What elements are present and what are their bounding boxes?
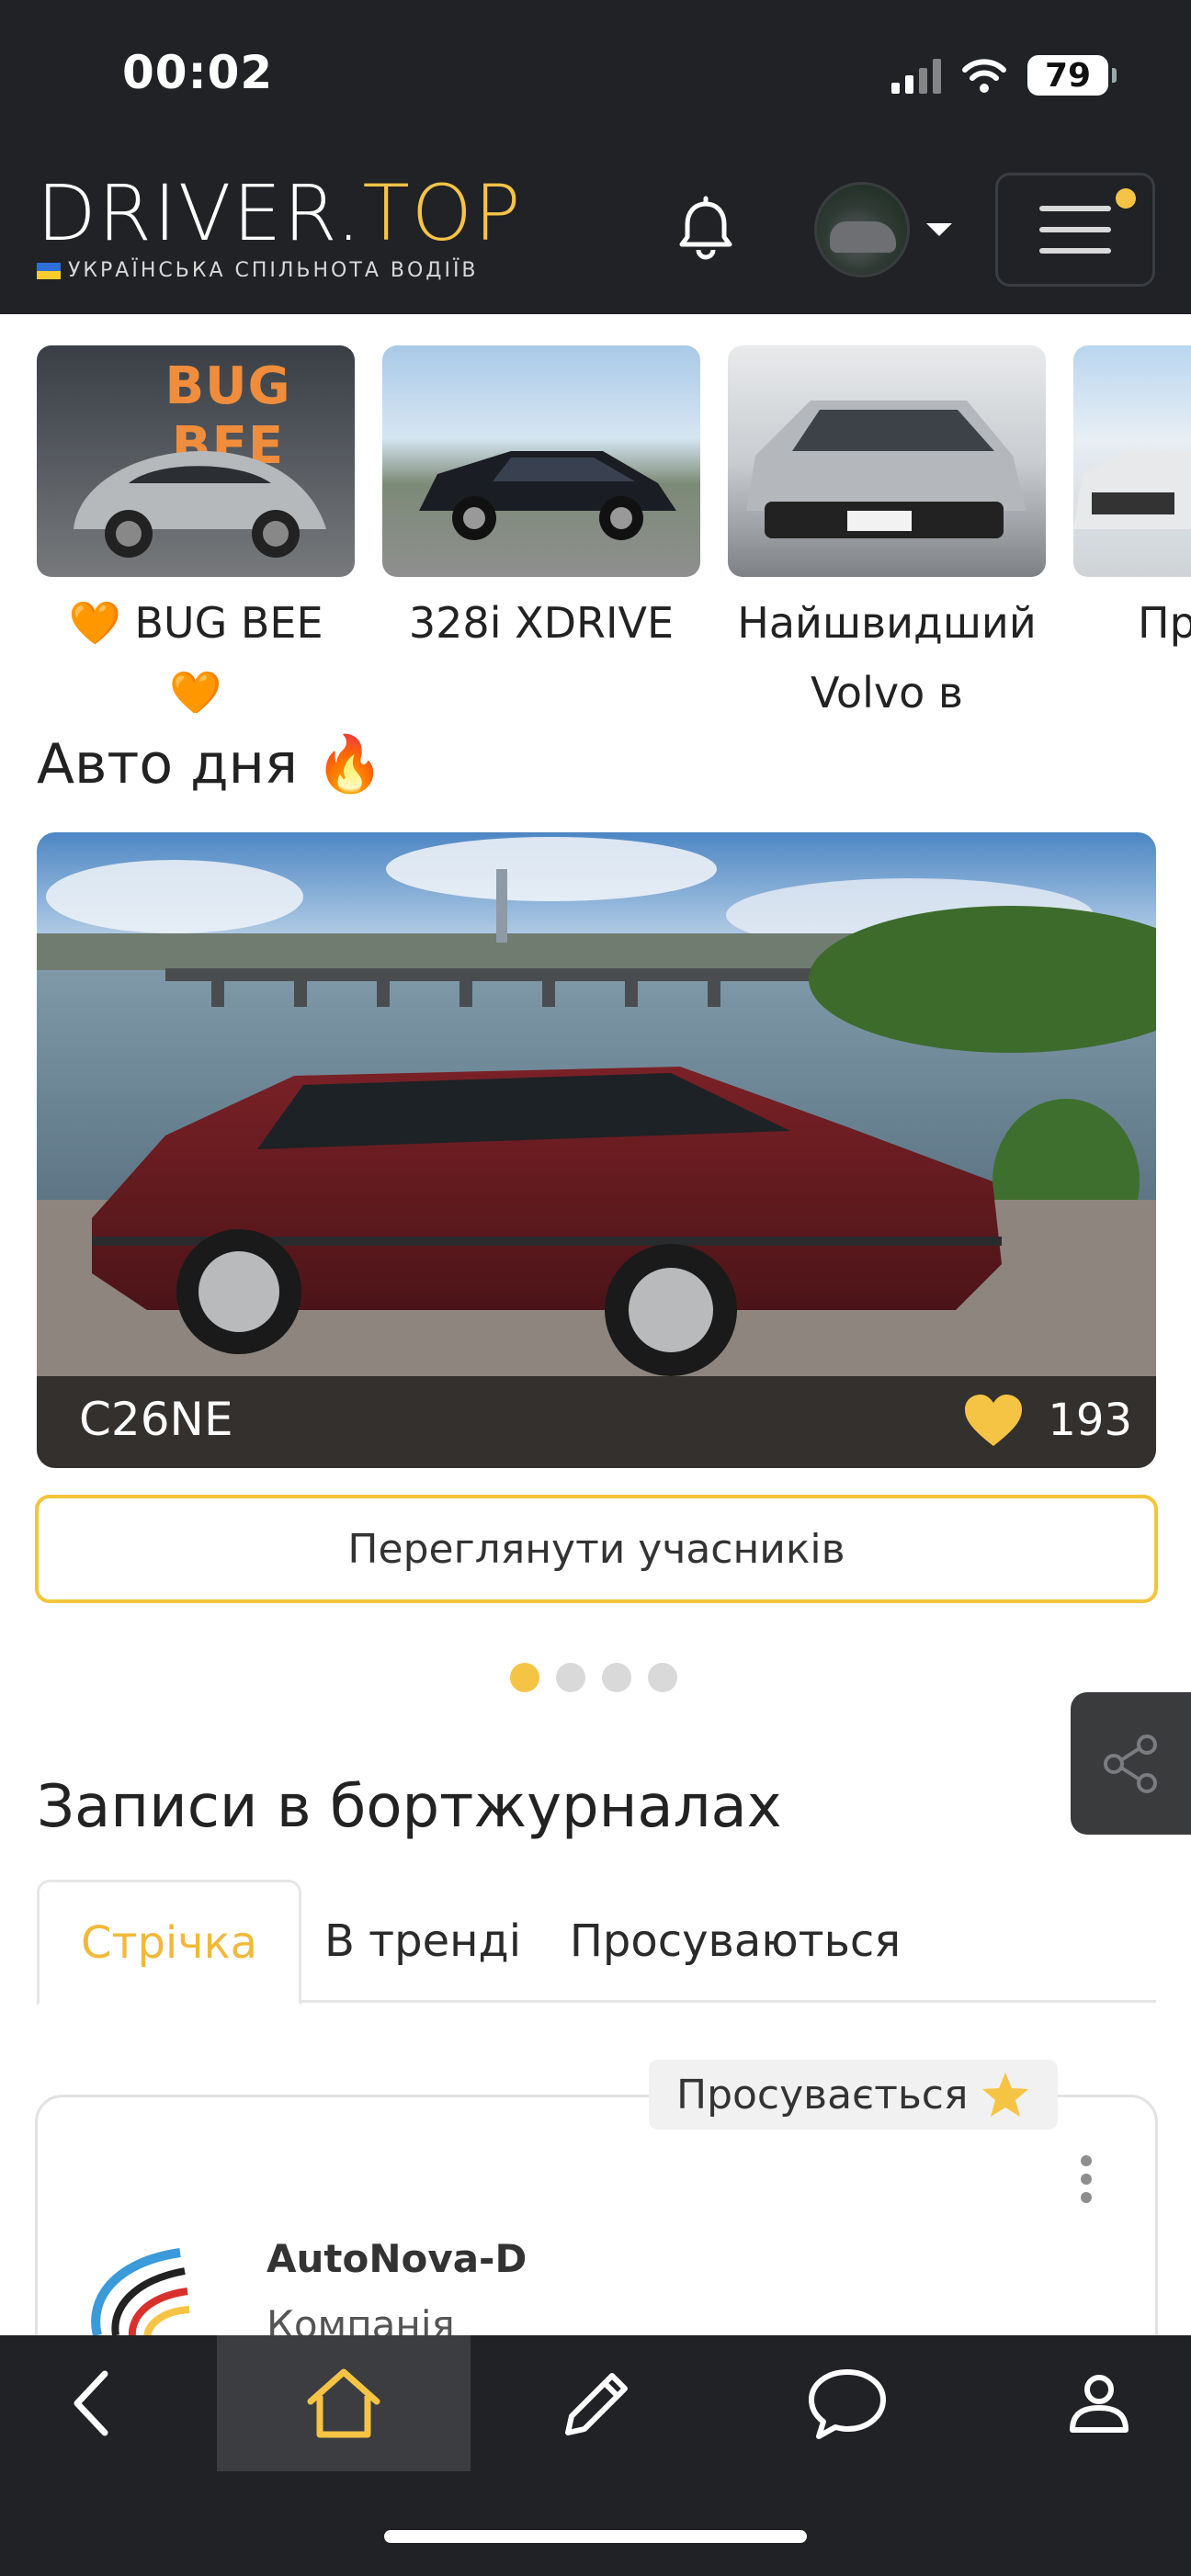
story-image — [1073, 345, 1191, 577]
story-image: BUG BEE — [37, 345, 355, 577]
site-logo[interactable]: DRIVER.TOP УКРАЇНСЬКА СПІЛЬНОТА ВОДІЇВ — [37, 175, 523, 282]
wifi-icon — [962, 59, 1006, 93]
messages-button[interactable] — [783, 2335, 912, 2471]
auto-of-day-card[interactable]: C26NE 193 — [37, 832, 1156, 1468]
hero-caption-bar: C26NE 193 — [37, 1376, 1156, 1468]
profile-icon — [1070, 2375, 1129, 2433]
stories-carousel[interactable]: BUG BEE 🧡 BUG BEE 🧡 328i XDRIVE Найшвидш… — [37, 345, 1191, 713]
tab-trending[interactable]: В тренді — [312, 1880, 533, 2003]
section-title-auto-of-day: Авто дня 🔥 — [37, 732, 384, 797]
promoted-badge: Просувається — [649, 2060, 1059, 2130]
likes-count: 193 — [1048, 1395, 1132, 1446]
story-label: Найшвидший Volvo в історії! — [737, 598, 1037, 713]
carousel-dot[interactable] — [510, 1663, 539, 1692]
post-author-name[interactable]: AutoNova-D — [267, 2236, 527, 2281]
carousel-dots — [510, 1663, 677, 1692]
hero-car-image — [37, 832, 1156, 1468]
home-indicator[interactable] — [384, 2530, 807, 2543]
logbook-tabs: Стрічка В тренді Просуваються — [37, 1880, 1156, 2005]
avatar[interactable] — [814, 182, 910, 277]
share-button[interactable] — [1071, 1692, 1191, 1835]
chat-icon — [809, 2369, 886, 2439]
status-icons: 79 — [891, 55, 1117, 96]
story-label: 328i XDRIVE — [408, 598, 675, 648]
heart-icon[interactable] — [963, 1393, 1024, 1448]
battery-indicator: 79 — [1027, 55, 1117, 96]
tab-promoted[interactable]: Просуваються — [561, 1880, 910, 2003]
carousel-dot[interactable] — [602, 1663, 631, 1692]
home-icon — [307, 2368, 380, 2438]
write-button[interactable] — [533, 2335, 662, 2471]
pencil-icon — [565, 2373, 628, 2435]
star-icon — [982, 2073, 1029, 2117]
view-participants-button[interactable]: Переглянути учасників — [35, 1495, 1158, 1603]
story-item[interactable]: 328i XDRIVE — [382, 345, 700, 658]
home-button[interactable] — [217, 2335, 471, 2471]
top-bar: 00:02 79 DRIVER.TOP УКРАЇНСЬКА СПІЛЬНОТА… — [0, 0, 1191, 314]
carousel-dot[interactable] — [556, 1663, 585, 1692]
notification-dot — [1116, 188, 1136, 209]
car-image — [74, 451, 326, 558]
chevron-down-icon[interactable] — [926, 223, 952, 236]
story-item[interactable]: Пр гара — [1073, 345, 1191, 658]
tab-feed[interactable]: Стрічка — [37, 1880, 301, 2005]
more-options-icon[interactable] — [1081, 2155, 1092, 2203]
story-label: Пр гара — [1138, 598, 1191, 648]
logo-subtitle: УКРАЇНСЬКА СПІЛЬНОТА ВОДІЇВ — [37, 259, 523, 282]
story-item[interactable]: BUG BEE 🧡 BUG BEE 🧡 — [37, 345, 355, 713]
story-image — [382, 345, 700, 577]
section-title-logbook: Записи в бортжурналах — [37, 1773, 782, 1841]
car-image — [746, 401, 1027, 538]
car-image — [1073, 451, 1191, 529]
story-item[interactable]: Найшвидший Volvo в історії! — [728, 345, 1046, 713]
bell-icon[interactable] — [671, 193, 741, 263]
cellular-signal-icon — [891, 57, 941, 94]
logo-text: DRIVER.TOP — [37, 168, 523, 258]
share-icon — [1103, 1734, 1157, 1793]
menu-button[interactable] — [995, 173, 1155, 287]
status-time: 00:02 — [122, 46, 274, 99]
back-button[interactable] — [37, 2335, 147, 2471]
car-name: C26NE — [79, 1393, 233, 1446]
back-icon — [74, 2370, 108, 2436]
user-menu[interactable] — [814, 182, 952, 277]
likes-counter[interactable]: 193 — [963, 1393, 1132, 1448]
carousel-dot[interactable] — [648, 1663, 677, 1692]
story-label: 🧡 BUG BEE 🧡 — [68, 598, 323, 713]
promoted-badge-label: Просувається — [676, 2071, 969, 2118]
ukraine-flag-icon — [37, 262, 61, 279]
profile-button[interactable] — [1035, 2335, 1163, 2471]
story-image — [728, 345, 1046, 577]
car-image — [419, 451, 676, 540]
